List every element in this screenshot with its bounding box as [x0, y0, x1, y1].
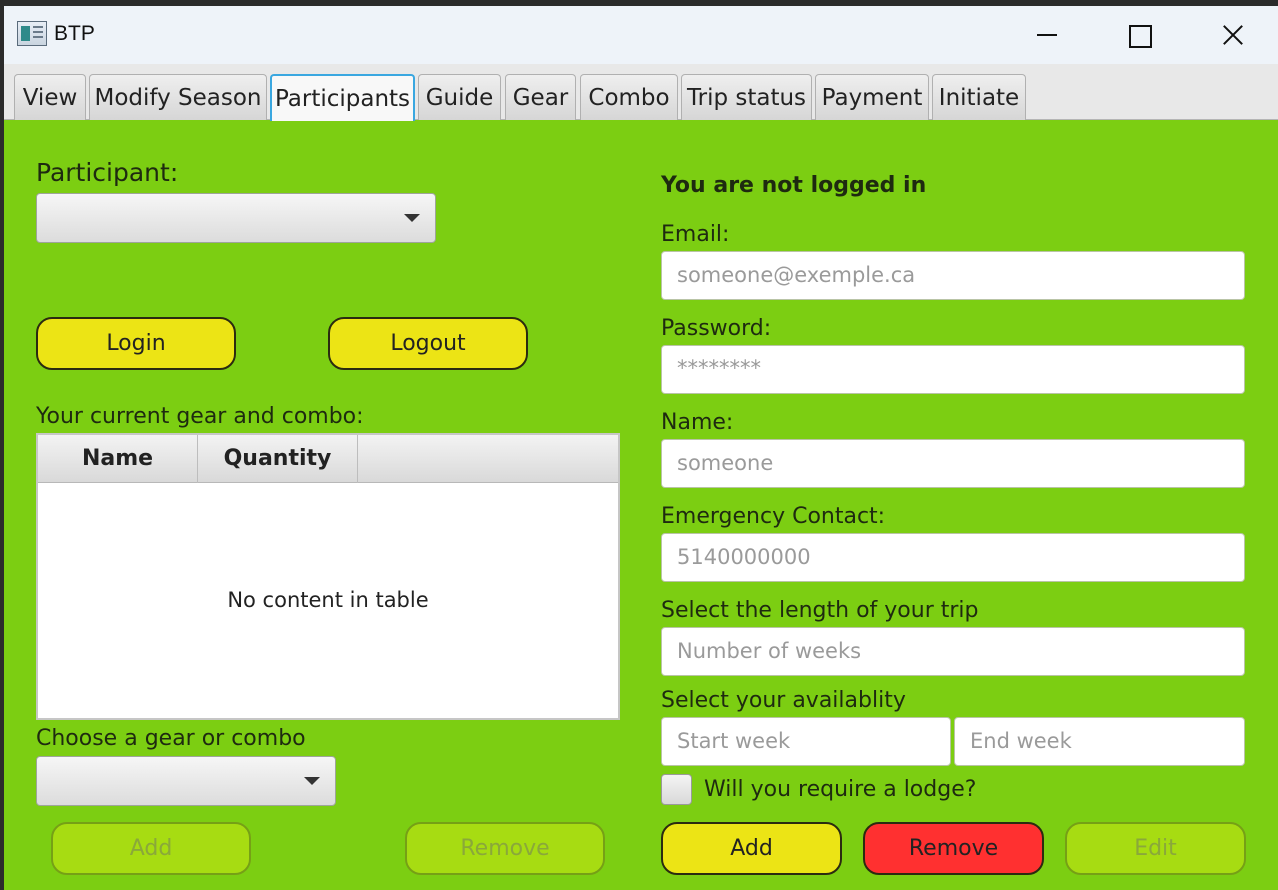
emergency-contact-field[interactable]: 5140000000: [661, 533, 1245, 582]
tab-initiate[interactable]: Initiate: [932, 74, 1026, 120]
minimize-icon[interactable]: [1001, 6, 1093, 64]
lodge-checkbox[interactable]: [661, 774, 692, 805]
login-button[interactable]: Login: [36, 317, 236, 370]
empty-table-text: No content in table: [227, 588, 429, 612]
column-header-name[interactable]: Name: [38, 435, 198, 483]
gear-label: Your current gear and combo:: [36, 404, 364, 429]
end-week-field[interactable]: End week: [954, 717, 1245, 766]
column-header-quantity[interactable]: Quantity: [198, 435, 358, 483]
choose-gear-label: Choose a gear or combo: [36, 726, 306, 751]
chevron-down-icon: [304, 777, 320, 785]
gear-table[interactable]: Name Quantity No content in table: [36, 433, 620, 720]
email-label: Email:: [661, 222, 730, 247]
tab-trip-status[interactable]: Trip status: [681, 74, 812, 120]
emergency-contact-label: Emergency Contact:: [661, 504, 886, 529]
password-label: Password:: [661, 316, 772, 341]
table-header: Name Quantity: [38, 435, 618, 483]
lodge-label: Will you require a lodge?: [704, 777, 977, 802]
add-gear-button[interactable]: Add: [51, 822, 251, 875]
trip-length-label: Select the length of your trip: [661, 598, 979, 623]
gear-combo-dropdown[interactable]: [36, 756, 336, 806]
tab-combo[interactable]: Combo: [580, 74, 678, 120]
login-status-text: You are not logged in: [661, 173, 927, 198]
email-field[interactable]: someone@exemple.ca: [661, 251, 1245, 300]
tab-gear[interactable]: Gear: [505, 74, 576, 120]
start-week-field[interactable]: Start week: [661, 717, 951, 766]
edit-participant-button[interactable]: Edit: [1065, 822, 1246, 875]
participant-dropdown[interactable]: [36, 193, 436, 243]
maximize-icon[interactable]: [1093, 6, 1185, 64]
chevron-down-icon: [404, 214, 420, 222]
availability-label: Select your availablity: [661, 688, 906, 713]
window-title: BTP: [54, 22, 95, 45]
close-icon[interactable]: [1185, 6, 1277, 64]
tab-participants[interactable]: Participants: [270, 74, 415, 121]
password-field[interactable]: ********: [661, 345, 1245, 394]
tab-view[interactable]: View: [14, 74, 86, 120]
title-bar: BTP: [4, 6, 1278, 64]
tab-payment[interactable]: Payment: [815, 74, 929, 120]
name-field[interactable]: someone: [661, 439, 1245, 488]
app-window: BTP View Modify Season Participants Guid…: [4, 6, 1278, 890]
app-window-icon: [17, 21, 47, 46]
participant-label: Participant:: [36, 158, 179, 187]
remove-participant-button[interactable]: Remove: [863, 822, 1044, 875]
add-participant-button[interactable]: Add: [661, 822, 842, 875]
tab-guide[interactable]: Guide: [418, 74, 501, 120]
trip-length-field[interactable]: Number of weeks: [661, 627, 1245, 676]
remove-gear-button[interactable]: Remove: [405, 822, 605, 875]
name-label: Name:: [661, 410, 734, 435]
tab-bar: View Modify Season Participants Guide Ge…: [4, 64, 1278, 121]
logout-button[interactable]: Logout: [328, 317, 528, 370]
tab-modify-season[interactable]: Modify Season: [89, 74, 267, 120]
